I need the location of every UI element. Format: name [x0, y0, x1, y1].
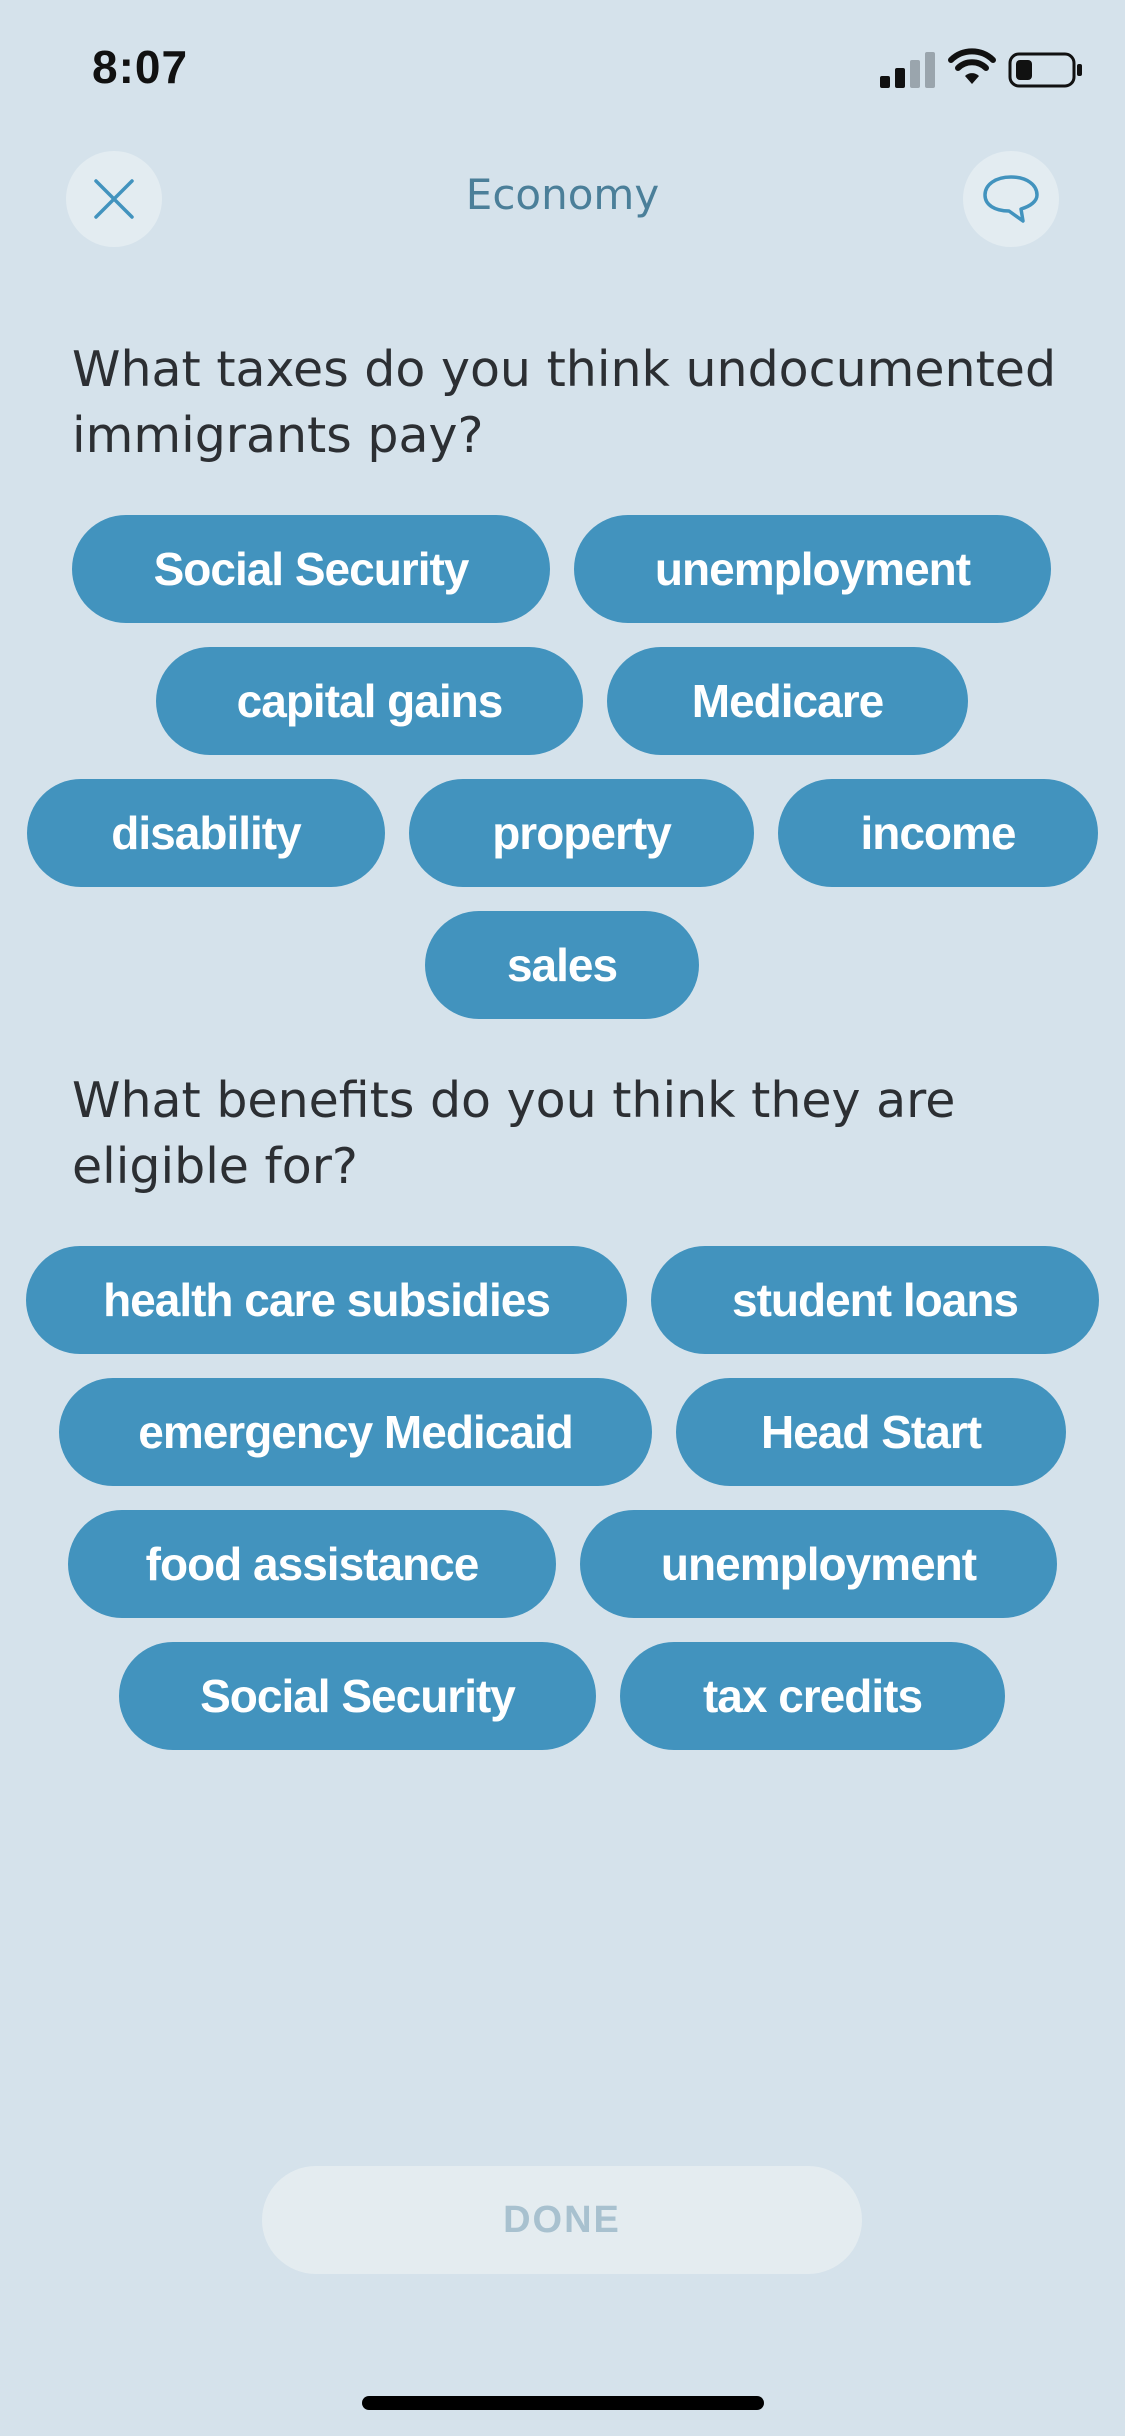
tax-option-unemployment[interactable]: unemployment	[574, 515, 1051, 623]
benefit-option-social-security[interactable]: Social Security	[119, 1642, 596, 1750]
chat-button[interactable]	[963, 151, 1059, 247]
status-time: 8:07	[92, 41, 189, 93]
done-button[interactable]: DONE	[262, 2166, 862, 2274]
chat-bubble-icon	[983, 175, 1039, 223]
benefit-option-emergency-medicaid[interactable]: emergency Medicaid	[59, 1378, 652, 1486]
status-bar: 8:07	[0, 0, 1125, 140]
close-button[interactable]	[66, 151, 162, 247]
wifi-icon	[948, 48, 996, 84]
tax-option-income[interactable]: income	[778, 779, 1098, 887]
tax-option-social-security[interactable]: Social Security	[72, 515, 550, 623]
home-indicator	[362, 2396, 764, 2410]
battery-icon	[1008, 52, 1082, 88]
benefit-option-head-start[interactable]: Head Start	[676, 1378, 1066, 1486]
benefits-question: What benefits do you think they are elig…	[72, 1072, 956, 1195]
benefit-option-food-assistance[interactable]: food assistance	[68, 1510, 556, 1618]
tax-option-medicare[interactable]: Medicare	[607, 647, 968, 755]
page-title: Economy	[465, 170, 660, 219]
cellular-signal-icon	[880, 52, 935, 88]
tax-option-capital-gains[interactable]: capital gains	[156, 647, 583, 755]
benefit-option-student-loans[interactable]: student loans	[651, 1246, 1099, 1354]
benefit-option-unemployment[interactable]: unemployment	[580, 1510, 1057, 1618]
tax-option-sales[interactable]: sales	[425, 911, 699, 1019]
benefit-option-tax-credits[interactable]: tax credits	[620, 1642, 1005, 1750]
close-icon	[94, 179, 134, 219]
taxes-question: What taxes do you think undocumented imm…	[72, 341, 1057, 464]
benefit-option-health-care-subsidies[interactable]: health care subsidies	[26, 1246, 627, 1354]
tax-option-property[interactable]: property	[409, 779, 754, 887]
tax-option-disability[interactable]: disability	[27, 779, 385, 887]
